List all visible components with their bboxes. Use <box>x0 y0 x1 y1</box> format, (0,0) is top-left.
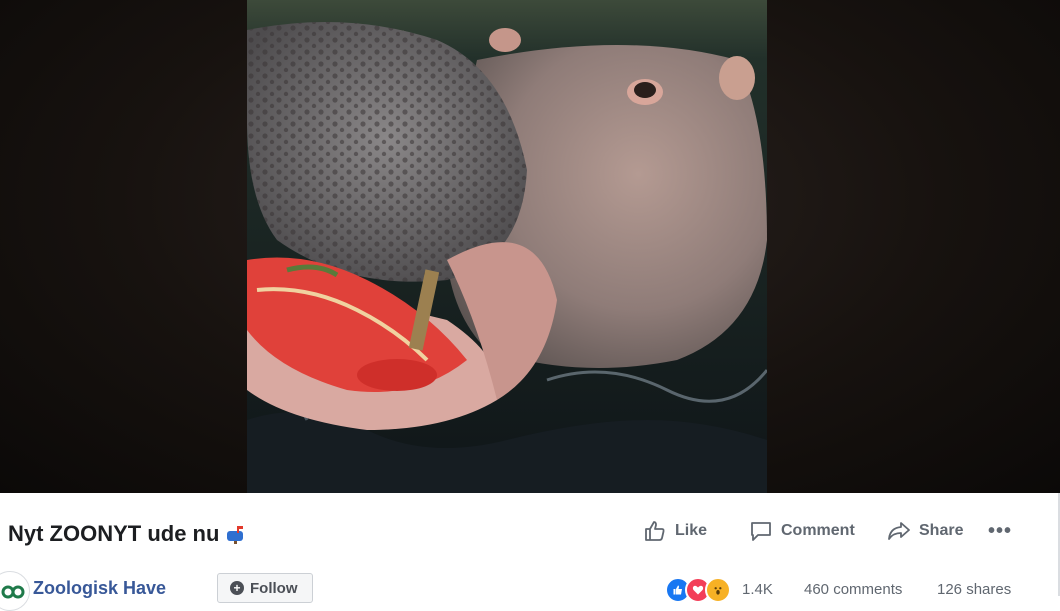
more-options-button[interactable]: ••• <box>988 520 1012 543</box>
shares-count[interactable]: 126 shares <box>937 581 1011 598</box>
follow-button[interactable]: + Follow <box>217 573 313 603</box>
mailbox-icon <box>0 524 2 544</box>
reactions-summary[interactable] <box>665 577 731 603</box>
video-player[interactable] <box>0 0 1060 493</box>
like-button[interactable]: Like <box>643 516 707 546</box>
comments-count[interactable]: 460 comments <box>804 581 902 598</box>
comment-button[interactable]: Comment <box>749 516 855 546</box>
follow-label: Follow <box>250 579 298 597</box>
like-label: Like <box>675 522 708 539</box>
plus-icon: + <box>230 581 244 595</box>
mailbox-icon <box>227 526 244 544</box>
zoo-logo-icon <box>1 585 25 599</box>
post-title-row: Nyt ZOONYT ude nu <box>0 521 247 547</box>
post-title: Nyt ZOONYT ude nu <box>8 521 220 546</box>
hippo-video-image <box>247 0 767 493</box>
share-label: Share <box>919 522 964 539</box>
reactions-count[interactable]: 1.4K <box>742 581 773 598</box>
comment-label: Comment <box>781 522 855 539</box>
share-arrow-icon <box>888 522 910 540</box>
wow-reaction-icon <box>705 577 731 603</box>
thumbs-up-icon <box>645 521 665 541</box>
comment-bubble-icon <box>751 522 771 541</box>
share-button[interactable]: Share <box>887 516 963 546</box>
video-frame-hippo-eating-watermelon[interactable] <box>247 0 767 493</box>
